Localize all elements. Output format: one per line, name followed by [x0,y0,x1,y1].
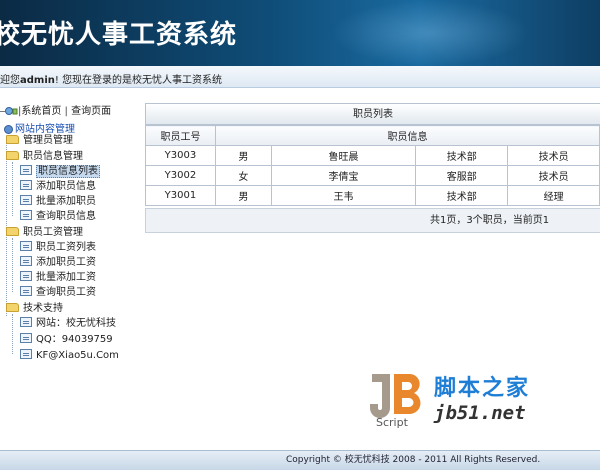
logo-script-text: Script [376,416,409,429]
page-icon [20,286,32,296]
tree-group-salary[interactable]: 职员工资管理 [6,226,83,239]
table-header-row: 职员工号 职员信息 [145,125,600,146]
page-icon [20,317,32,327]
col-header-info: 职员信息 [214,125,600,146]
cell-dept: 技术部 [415,145,509,166]
tree-group-staff-info[interactable]: 职员信息管理 [6,150,83,163]
tree-item-add-salary[interactable]: 添加职员工资 [20,256,96,269]
tree-item-add-staff[interactable]: 添加职员信息 [20,180,96,193]
cell-name: 王韦 [270,185,417,206]
tree-item-batch-add-salary[interactable]: 批量添加工资 [20,271,96,284]
nav-icon [0,106,18,117]
page-icon [20,349,32,359]
page-icon [20,256,32,266]
cell-id: Y3002 [145,165,216,186]
cell-dept: 客服部 [415,165,509,186]
nav-query-link[interactable]: 查询页面 [71,106,111,117]
panel-title: 职员列表 [145,103,600,125]
tree-item-website[interactable]: 网站：校无忧科技 [20,317,116,330]
watermark-logo: Script 脚本之家 jb51.net [368,368,568,436]
footer: Copyright © 校无忧科技 2008 - 2011 All Rights… [0,450,600,470]
folder-icon [6,302,19,312]
cell-dept: 技术部 [415,185,509,206]
banner-glow [330,0,530,66]
col-header-id: 职员工号 [145,125,216,146]
folder-icon [6,150,19,160]
table-row[interactable]: Y3002 女 李倩宝 客服部 技术员 [145,165,600,186]
table-row[interactable]: Y3003 男 鲁旺晨 技术部 技术员 [145,145,600,166]
tree-group-admin[interactable]: 管理员管理 [6,134,73,147]
tree-item-qq[interactable]: QQ：94039759 [20,333,113,346]
page-icon [20,180,32,190]
tree-item-staff-list[interactable]: 职员信息列表 [20,165,100,178]
cell-gender: 男 [214,185,272,206]
page-icon [20,241,32,251]
cell-gender: 女 [214,165,272,186]
top-nav: |系统首页 | 查询页面 [0,102,140,117]
gear-icon [4,124,13,134]
jb-logo-icon: Script [370,374,421,429]
cell-position: 技术员 [507,165,600,186]
watermark-url: jb51.net [434,402,526,424]
cell-name: 李倩宝 [270,165,417,186]
tree-group-support[interactable]: 技术支持 [6,302,63,315]
welcome-suffix: ! 您现在登录的是校无忧人事工资系统 [54,75,223,86]
watermark-brand: 脚本之家 [434,376,531,401]
app-title: 校无忧人事工资系统 [0,20,238,50]
page-icon [20,165,32,175]
page-icon [20,210,32,220]
page-icon [20,333,32,343]
table-row[interactable]: Y3001 男 王韦 技术部 经理 [145,185,600,206]
pager: 共1页，3个职员，当前页1 [145,208,600,233]
folder-icon [6,226,19,236]
page-icon [20,195,32,205]
tree-item-query-salary[interactable]: 查询职员工资 [20,286,96,299]
welcome-prefix: 迎您 [0,75,20,86]
tree-item-query-staff[interactable]: 查询职员信息 [20,210,96,223]
cell-gender: 男 [214,145,272,166]
cell-name: 鲁旺晨 [270,145,417,166]
sidebar: |系统首页 | 查询页面 网站内容管理 管理员管理 职员信息管理 职员信息列表 … [0,96,140,396]
staff-table: 职员工号 职员信息 Y3003 男 鲁旺晨 技术部 技术员 Y3002 女 李倩… [145,125,600,206]
tree-root[interactable]: 网站内容管理 [4,120,75,135]
tree-item-salary-list[interactable]: 职员工资列表 [20,241,96,254]
page-icon [20,271,32,281]
cell-position: 经理 [507,185,600,206]
nav-home-link[interactable]: 系统首页 [21,106,61,117]
cell-id: Y3001 [145,185,216,206]
tree-item-email[interactable]: KF@Xiao5u.Com [20,349,119,362]
folder-icon [6,134,19,144]
staff-list-panel: 职员列表 职员工号 职员信息 Y3003 男 鲁旺晨 技术部 技术员 Y3002… [145,103,600,233]
welcome-bar: 迎您admin! 您现在登录的是校无忧人事工资系统 [0,66,600,88]
tree-item-batch-add-staff[interactable]: 批量添加职员 [20,195,96,208]
header-banner: 校无忧人事工资系统 [0,0,600,66]
cell-position: 技术员 [507,145,600,166]
cell-id: Y3003 [145,145,216,166]
username: admin [20,75,55,86]
